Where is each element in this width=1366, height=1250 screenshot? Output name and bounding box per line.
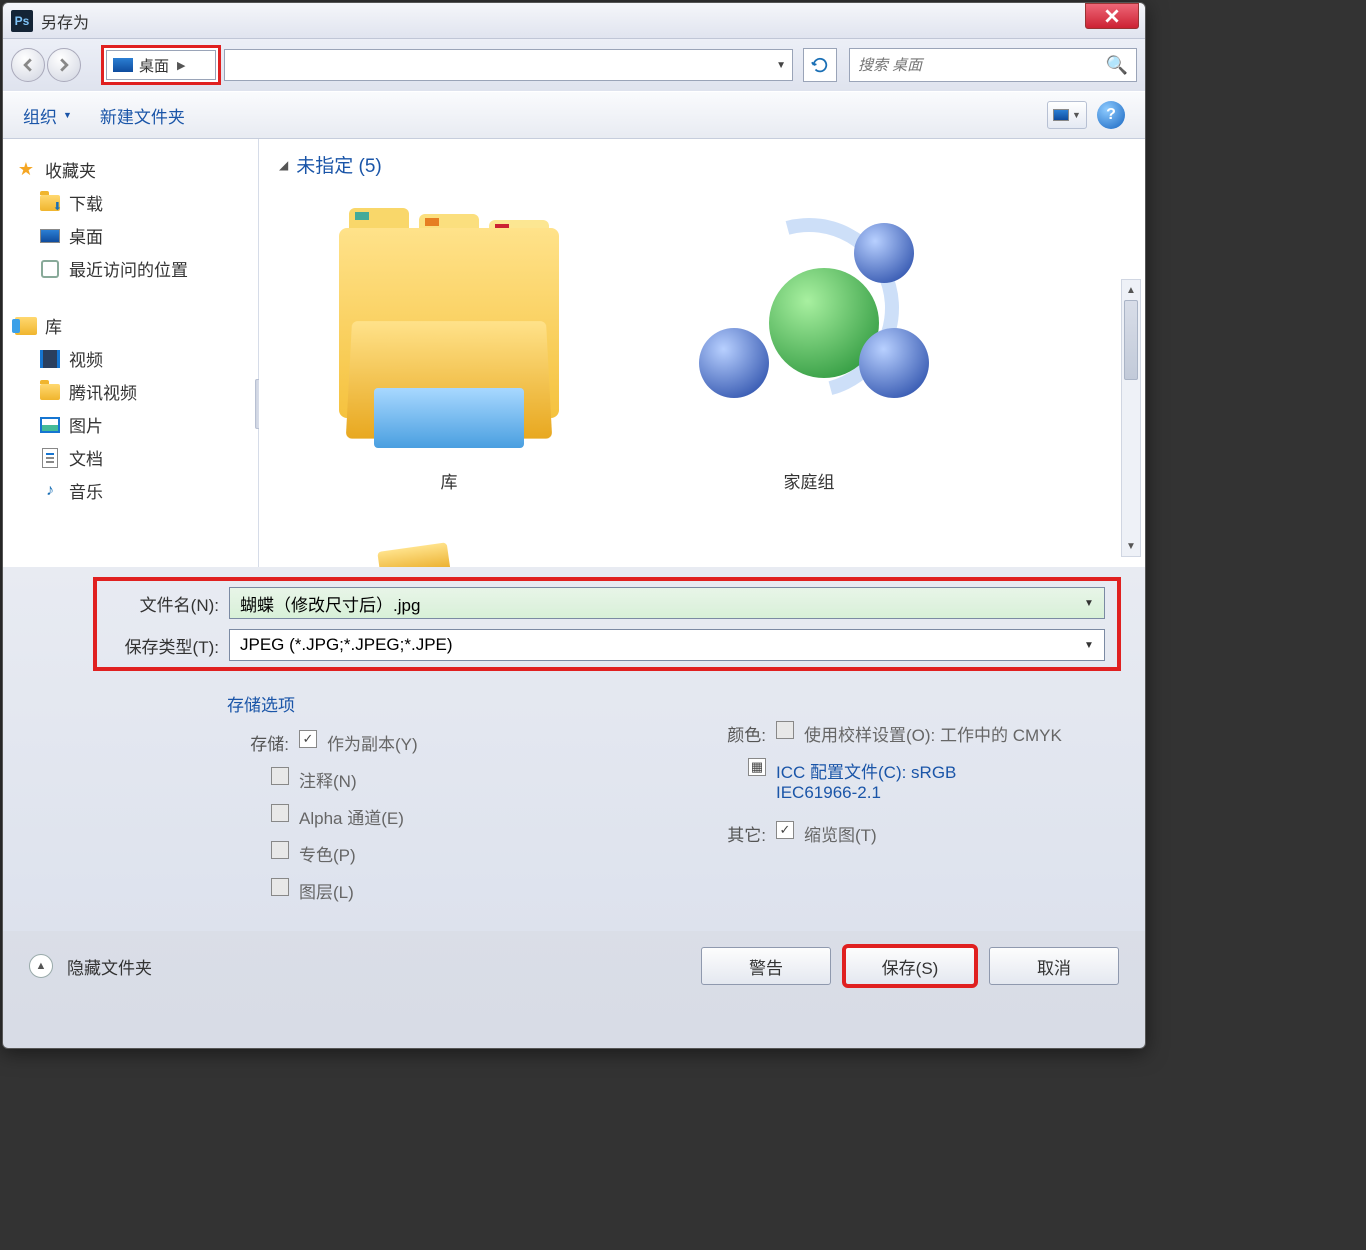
main-area: ★收藏夹 下载 桌面 最近访问的位置 库 视频 腾讯视频 图片 文档 ♪音乐 ◢…	[3, 139, 1145, 567]
cancel-button[interactable]: 取消	[989, 947, 1119, 985]
scrollbar-thumb[interactable]	[1124, 300, 1138, 380]
footer: ▲ 隐藏文件夹 警告 保存(S) 取消	[3, 931, 1145, 1001]
filetype-label: 保存类型(T):	[109, 633, 219, 658]
sidebar-item-downloads[interactable]: 下载	[11, 186, 250, 219]
collapse-triangle-icon[interactable]: ◢	[279, 158, 288, 172]
hide-folders-link[interactable]: 隐藏文件夹	[67, 954, 152, 979]
homegroup-icon	[679, 198, 939, 458]
breadcrumb-location: 桌面	[139, 55, 169, 76]
sidebar-item-recent[interactable]: 最近访问的位置	[11, 252, 250, 285]
checkbox-layers	[271, 878, 289, 896]
search-input[interactable]	[858, 57, 1106, 74]
arrow-left-icon	[21, 58, 35, 72]
sidebar-item-desktop[interactable]: 桌面	[11, 219, 250, 252]
collapse-button[interactable]: ▲	[29, 954, 53, 978]
arrow-right-icon	[57, 58, 71, 72]
refresh-icon	[811, 56, 829, 74]
nav-back-button[interactable]	[11, 48, 45, 82]
libraries-folder-icon	[319, 198, 579, 458]
item-homegroup[interactable]: 家庭组	[679, 198, 939, 493]
sidebar-item-videos[interactable]: 视频	[11, 342, 250, 375]
checkbox-proof	[776, 721, 794, 739]
checkbox-icc[interactable]: ▦	[748, 758, 766, 776]
sidebar: ★收藏夹 下载 桌面 最近访问的位置 库 视频 腾讯视频 图片 文档 ♪音乐	[3, 139, 259, 567]
close-button[interactable]	[1085, 3, 1139, 29]
organize-button[interactable]: 组织▼	[23, 103, 72, 128]
breadcrumb[interactable]: 桌面 ▶	[106, 50, 216, 80]
checkbox-thumbnail[interactable]: ✓	[776, 821, 794, 839]
help-button[interactable]: ?	[1097, 101, 1125, 129]
vertical-scrollbar[interactable]: ▲ ▼	[1121, 279, 1141, 557]
chevron-down-icon: ▼	[63, 110, 72, 120]
nav-forward-button[interactable]	[47, 48, 81, 82]
sidebar-item-tencent-video[interactable]: 腾讯视频	[11, 375, 250, 408]
search-icon[interactable]: 🔍	[1106, 55, 1128, 76]
form-area: 文件名(N): 蝴蝶（修改尺寸后）.jpg ▼ 保存类型(T): JPEG (*…	[3, 567, 1145, 931]
sidebar-libraries[interactable]: 库	[11, 309, 250, 342]
search-box[interactable]: 🔍	[849, 48, 1137, 82]
music-icon: ♪	[39, 481, 61, 501]
save-button[interactable]: 保存(S)	[845, 947, 975, 985]
save-options: 存储选项 存储: ✓ 作为副本(Y) 注释(N) Alpha 通道(E) 专色(…	[27, 675, 1121, 915]
checkbox-spot	[271, 841, 289, 859]
checkbox-annotations	[271, 767, 289, 785]
filename-label: 文件名(N):	[109, 591, 219, 616]
view-mode-button[interactable]: ▼	[1047, 101, 1087, 129]
view-icon	[1053, 109, 1069, 121]
dropdown-icon: ▼	[776, 60, 786, 71]
scroll-up-icon[interactable]: ▲	[1122, 280, 1140, 300]
star-icon: ★	[15, 160, 37, 180]
filetype-select[interactable]: JPEG (*.JPG;*.JPEG;*.JPE) ▼	[229, 629, 1105, 661]
folder-icon	[40, 384, 60, 400]
toolbar: 组织▼ 新建文件夹 ▼ ?	[3, 91, 1145, 139]
downloads-icon	[40, 195, 60, 211]
breadcrumb-highlight: 桌面 ▶	[101, 45, 221, 85]
chevron-down-icon[interactable]: ▼	[1080, 594, 1098, 612]
sidebar-favorites[interactable]: ★收藏夹	[11, 153, 250, 186]
navbar: 桌面 ▶ ▼ 🔍	[3, 39, 1145, 91]
partial-item[interactable]	[377, 542, 450, 567]
dialog-title: 另存为	[41, 9, 89, 33]
sidebar-item-music[interactable]: ♪音乐	[11, 474, 250, 507]
libraries-icon	[15, 317, 37, 335]
chevron-down-icon[interactable]: ▼	[1080, 636, 1098, 654]
filename-input[interactable]: 蝴蝶（修改尺寸后）.jpg ▼	[229, 587, 1105, 619]
save-as-dialog: Ps 另存为 桌面 ▶ ▼ 🔍 组织▼ 新建文件夹	[2, 2, 1146, 1049]
scroll-down-icon[interactable]: ▼	[1122, 536, 1140, 556]
address-bar[interactable]: ▼	[224, 49, 793, 81]
new-folder-button[interactable]: 新建文件夹	[100, 103, 185, 128]
documents-icon	[42, 448, 58, 468]
chevron-right-icon[interactable]: ▶	[177, 59, 185, 72]
group-header[interactable]: ◢ 未指定 (5)	[279, 151, 1125, 178]
titlebar: Ps 另存为	[3, 3, 1145, 39]
sidebar-item-documents[interactable]: 文档	[11, 441, 250, 474]
color-label: 颜色:	[714, 721, 766, 746]
recent-icon	[41, 260, 59, 278]
other-label: 其它:	[714, 821, 766, 846]
pictures-icon	[40, 417, 60, 433]
icc-profile-link[interactable]: ICC 配置文件(C): sRGB IEC61966-2.1	[776, 758, 1036, 803]
filename-highlight: 文件名(N): 蝴蝶（修改尺寸后）.jpg ▼ 保存类型(T): JPEG (*…	[93, 577, 1121, 671]
refresh-button[interactable]	[803, 48, 837, 82]
options-header: 存储选项	[227, 691, 644, 716]
checkbox-alpha	[271, 804, 289, 822]
photoshop-icon: Ps	[11, 10, 33, 32]
file-list[interactable]: ◢ 未指定 (5) 库 家庭组	[259, 139, 1145, 567]
chevron-down-icon: ▼	[1072, 110, 1081, 120]
checkbox-as-copy[interactable]: ✓	[299, 730, 317, 748]
video-icon	[40, 350, 60, 368]
warning-button[interactable]: 警告	[701, 947, 831, 985]
desktop-icon	[40, 229, 60, 243]
desktop-icon	[113, 58, 133, 72]
sidebar-item-pictures[interactable]: 图片	[11, 408, 250, 441]
close-icon	[1105, 9, 1119, 23]
store-label: 存储:	[237, 730, 289, 755]
item-libraries[interactable]: 库	[319, 198, 579, 493]
